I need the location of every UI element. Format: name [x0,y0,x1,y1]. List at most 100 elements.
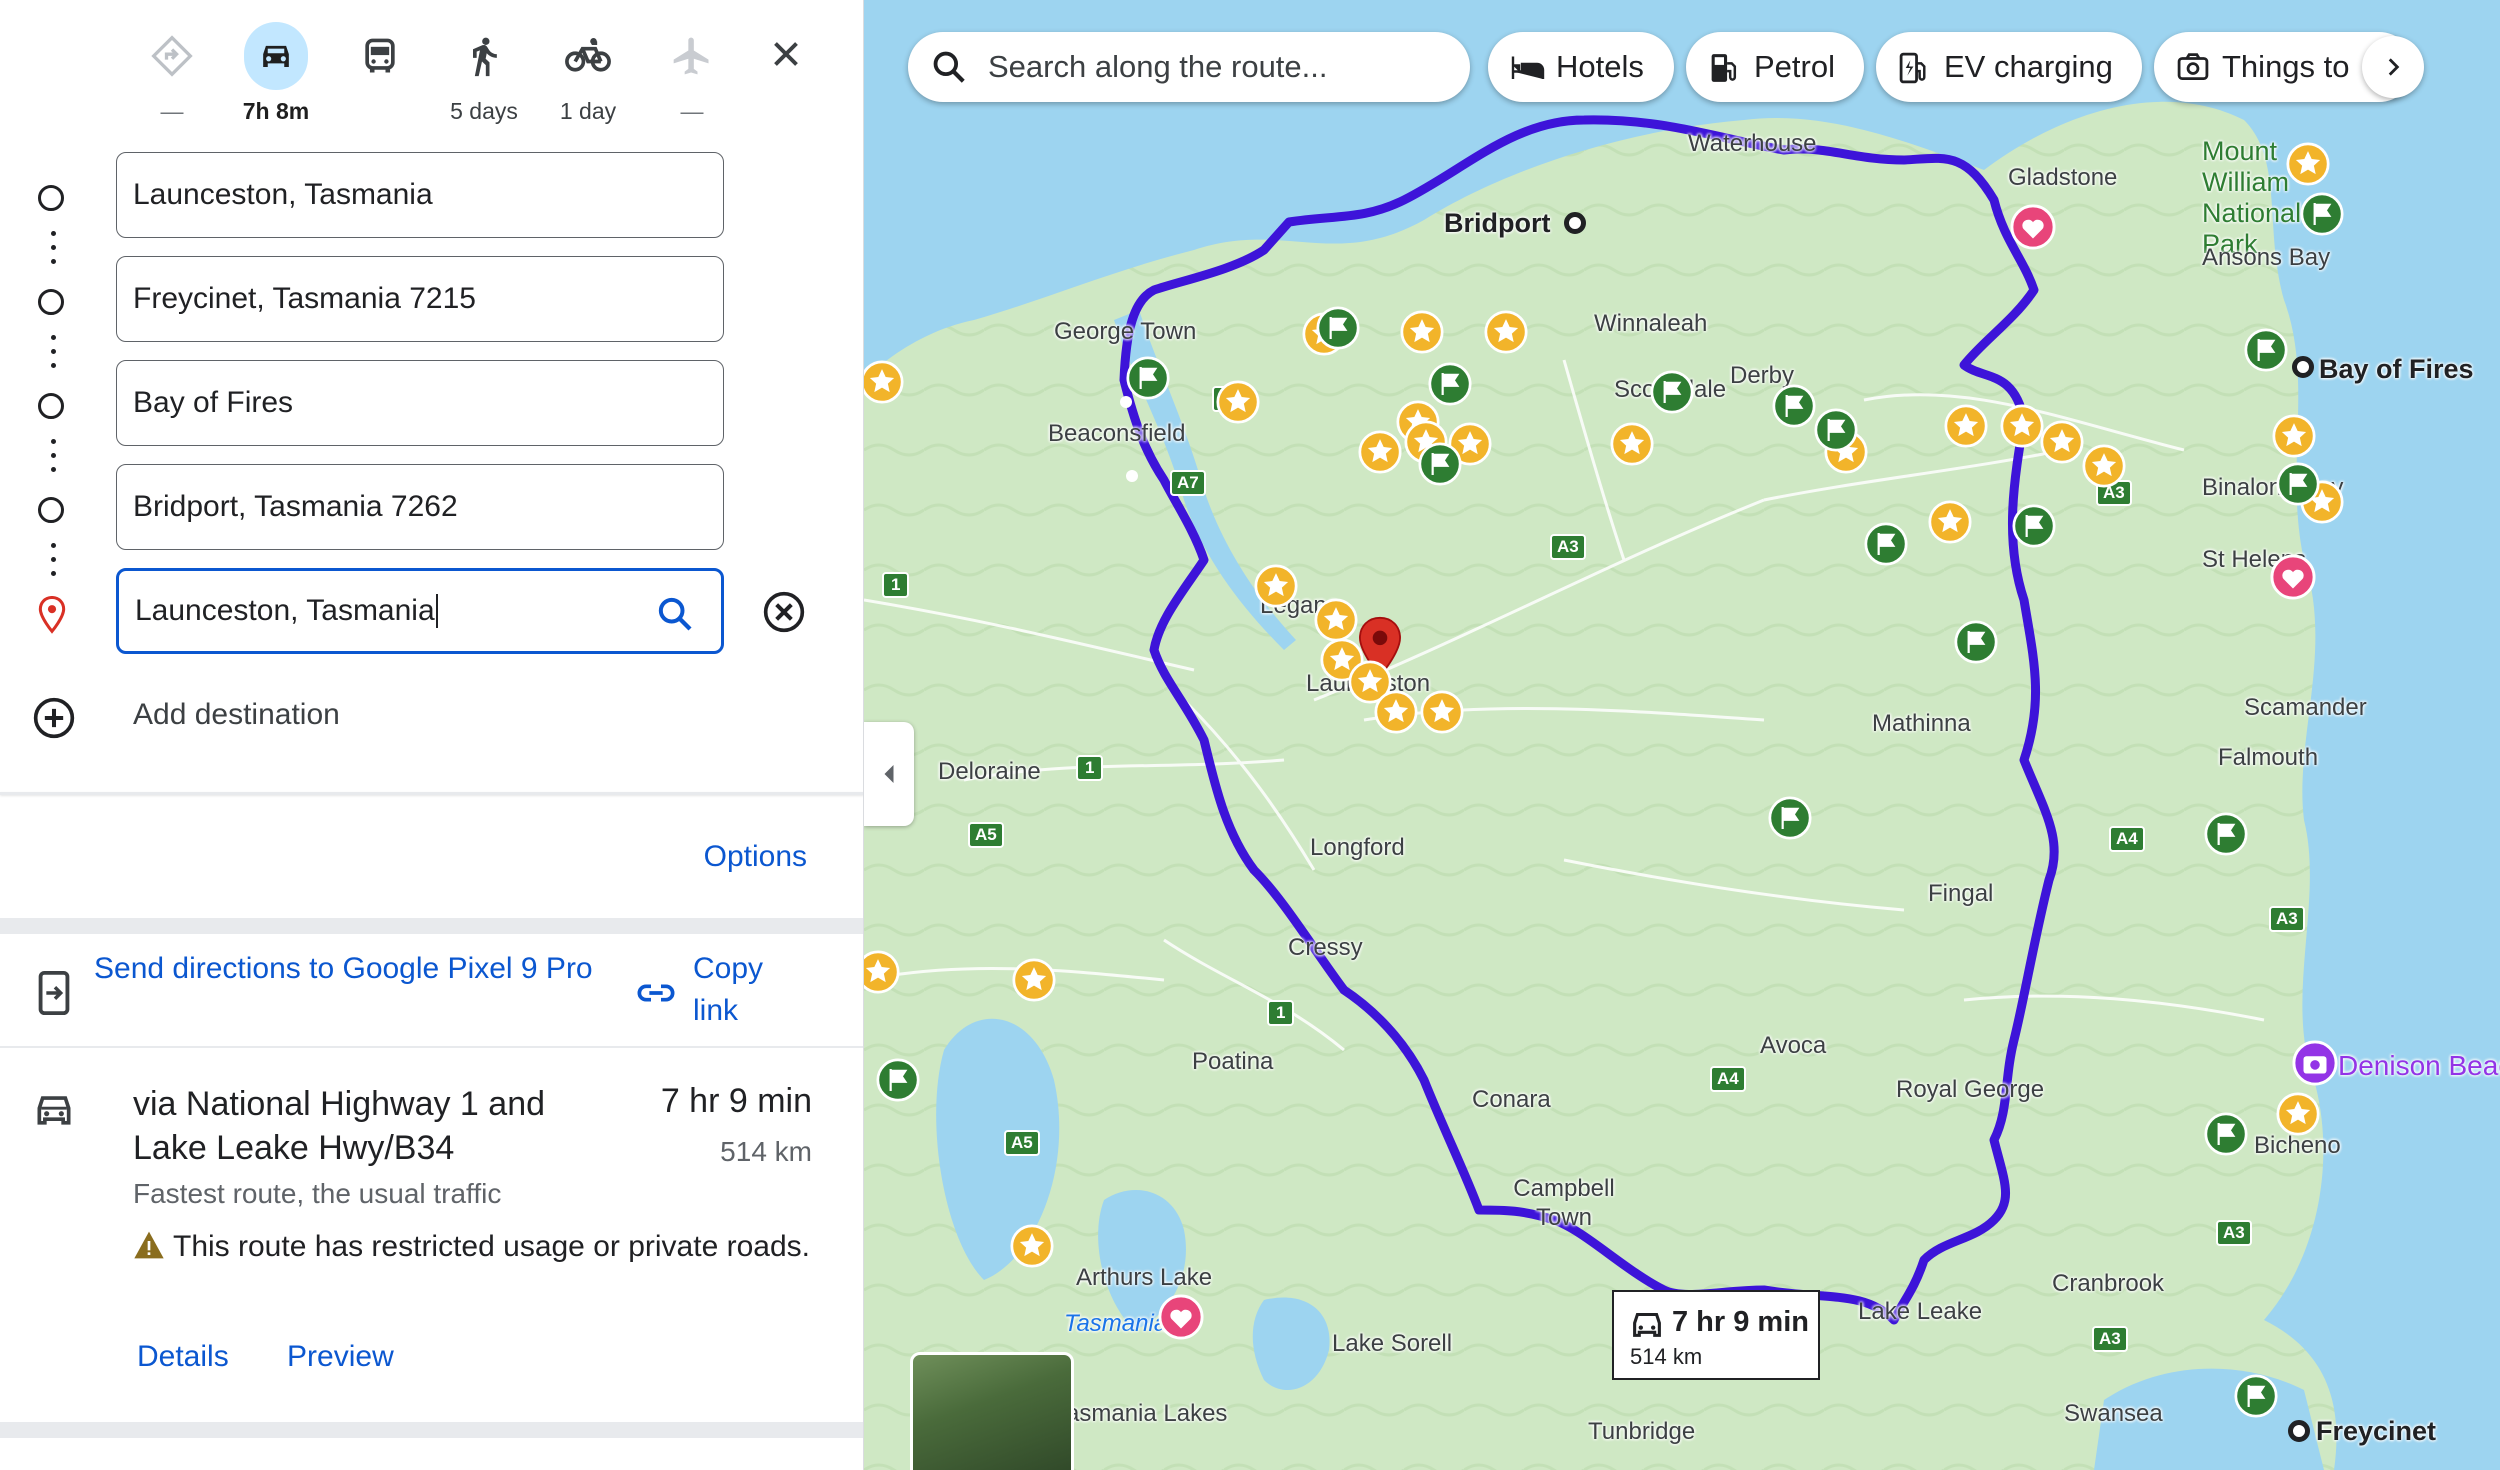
flag-poi-icon[interactable] [2204,1112,2248,1156]
flag-poi-icon[interactable] [1864,522,1908,566]
star-poi-icon[interactable] [1374,690,1418,734]
star-poi-icon[interactable] [1216,380,1260,424]
star-poi-icon[interactable] [1928,500,1972,544]
star-poi-icon[interactable] [1254,564,1298,608]
place-label-bay-of-fires[interactable]: Bay of Fires [2319,354,2474,385]
star-poi-icon[interactable] [2272,414,2316,458]
flag-poi-icon[interactable] [876,1058,920,1102]
search-along-route-input[interactable]: Search along the route... [908,32,1470,102]
star-poi-icon[interactable] [2286,142,2330,186]
star-poi-icon[interactable] [2276,1092,2320,1136]
driving-mode-button[interactable]: 7h 8m [224,20,328,130]
place-label-bridport[interactable]: Bridport [1444,208,1550,239]
flag-poi-icon[interactable] [2300,192,2344,236]
waypoint-marker-freycinet[interactable] [2288,1420,2310,1442]
place-label-mathinna[interactable]: Mathinna [1872,710,1971,738]
place-label-freycinet[interactable]: Freycinet [2316,1416,2436,1447]
flag-poi-icon[interactable] [1428,362,1472,406]
flag-poi-icon[interactable] [1772,384,1816,428]
place-label-lake-leake[interactable]: Lake Leake [1858,1298,1982,1326]
more-chips-button[interactable] [2362,36,2424,98]
starting-point-field[interactable]: Launceston, Tasmania [116,152,724,238]
place-label-cranbrook[interactable]: Cranbrook [2052,1270,2164,1298]
place-label-arthurs-lake[interactable]: Arthurs Lake [1076,1264,1212,1292]
details-button[interactable]: Details [137,1340,229,1373]
add-destination-button[interactable]: Add destination [0,678,863,754]
flag-poi-icon[interactable] [2012,504,2056,548]
place-label-george-town[interactable]: George Town [1054,318,1196,346]
map-canvas[interactable]: A8 A7 1 1 1 A3 A3 A3 A3 A4 A4 A5 A5 A3 W… [864,0,2500,1470]
place-label-scamander[interactable]: Scamander [2244,694,2367,722]
flag-poi-icon[interactable] [1418,442,1462,486]
star-poi-icon[interactable] [2082,444,2126,488]
star-poi-icon[interactable] [1314,598,1358,642]
place-label-lake-sorell[interactable]: Lake Sorell [1332,1330,1452,1358]
route-duration-callout[interactable]: 7 hr 9 min 514 km [1612,1290,1820,1380]
flag-poi-icon[interactable] [2244,328,2288,372]
star-poi-icon[interactable] [1012,958,1056,1002]
flag-poi-icon[interactable] [2276,462,2320,506]
star-poi-icon[interactable] [1610,422,1654,466]
flag-poi-icon[interactable] [1650,370,1694,414]
camera-poi-icon[interactable] [2292,1040,2338,1086]
place-label-swansea[interactable]: Swansea [2064,1400,2163,1428]
walking-mode-button[interactable]: 5 days [432,20,536,130]
place-label-tasmania-lakes[interactable]: Tasmania Lakes [1054,1400,1227,1428]
place-label-royal-george[interactable]: Royal George [1896,1076,2044,1104]
copy-link-button[interactable]: Copy link [693,948,803,1032]
star-poi-icon[interactable] [1420,690,1464,734]
place-label-avoca[interactable]: Avoca [1760,1032,1826,1060]
place-label-waterhouse[interactable]: Waterhouse [1688,130,1817,158]
place-label-longford[interactable]: Longford [1310,834,1405,862]
star-poi-icon[interactable] [1484,310,1528,354]
hotels-chip[interactable]: Hotels [1488,32,1674,102]
waypoint-field-3[interactable]: Bay of Fires [116,360,724,446]
cycling-mode-button[interactable]: 1 day [536,20,640,130]
flag-poi-icon[interactable] [1126,356,1170,400]
best-travel-mode-button[interactable]: — [120,20,224,130]
send-directions-link[interactable]: Send directions to Google Pixel 9 Pro [94,948,604,990]
star-poi-icon[interactable] [1010,1224,1054,1268]
preview-button[interactable]: Preview [287,1340,394,1373]
place-label-falmouth[interactable]: Falmouth [2218,744,2318,772]
place-label-tunbridge[interactable]: Tunbridge [1588,1418,1695,1446]
star-poi-icon[interactable] [2040,420,2084,464]
petrol-chip[interactable]: Petrol [1686,32,1864,102]
waypoint-marker-bridport[interactable] [1564,212,1586,234]
place-label-poatina[interactable]: Poatina [1192,1048,1273,1076]
saved-heart-icon[interactable] [2010,204,2056,250]
flag-poi-icon[interactable] [2234,1374,2278,1418]
flag-poi-icon[interactable] [2204,812,2248,856]
place-label-tasmania[interactable]: Tasmania [1064,1310,1167,1338]
street-view-thumbnail[interactable] [910,1352,1074,1470]
place-label-denison-beach[interactable]: Denison Beach [2338,1050,2500,1082]
waypoint-field-2[interactable]: Freycinet, Tasmania 7215 [116,256,724,342]
search-icon[interactable] [655,594,695,634]
remove-destination-icon[interactable] [762,590,806,634]
place-label-deloraine[interactable]: Deloraine [938,758,1041,786]
close-directions-button[interactable] [756,24,816,84]
ev-charging-chip[interactable]: EV charging [1876,32,2142,102]
star-poi-icon[interactable] [2000,404,2044,448]
route-option-card[interactable]: via National Highway 1 and Lake Leake Hw… [0,1048,863,1468]
place-label-winnaleah[interactable]: Winnaleah [1594,310,1707,338]
place-label-ansons-bay[interactable]: Ansons Bay [2202,244,2330,272]
star-poi-icon[interactable] [864,360,904,404]
place-label-bicheno[interactable]: Bicheno [2254,1132,2341,1160]
waypoint-marker-bay-of-fires[interactable] [2292,356,2314,378]
saved-heart-icon[interactable] [1158,1294,1204,1340]
collapse-panel-button[interactable] [864,722,914,826]
place-label-cressy[interactable]: Cressy [1288,934,1363,962]
flag-poi-icon[interactable] [1954,620,1998,664]
transit-mode-button[interactable] [328,20,432,130]
flag-poi-icon[interactable] [1768,796,1812,840]
options-button[interactable]: Options [704,840,807,874]
saved-heart-icon[interactable] [2270,554,2316,600]
flag-poi-icon[interactable] [1814,408,1858,452]
star-poi-icon[interactable] [1944,404,1988,448]
flights-mode-button[interactable]: — [640,20,744,130]
flag-poi-icon[interactable] [1316,306,1360,350]
place-label-gladstone[interactable]: Gladstone [2008,164,2117,192]
place-label-campbell-town[interactable]: Campbell Town [1504,1174,1624,1232]
place-label-beaconsfield[interactable]: Beaconsfield [1048,420,1185,448]
